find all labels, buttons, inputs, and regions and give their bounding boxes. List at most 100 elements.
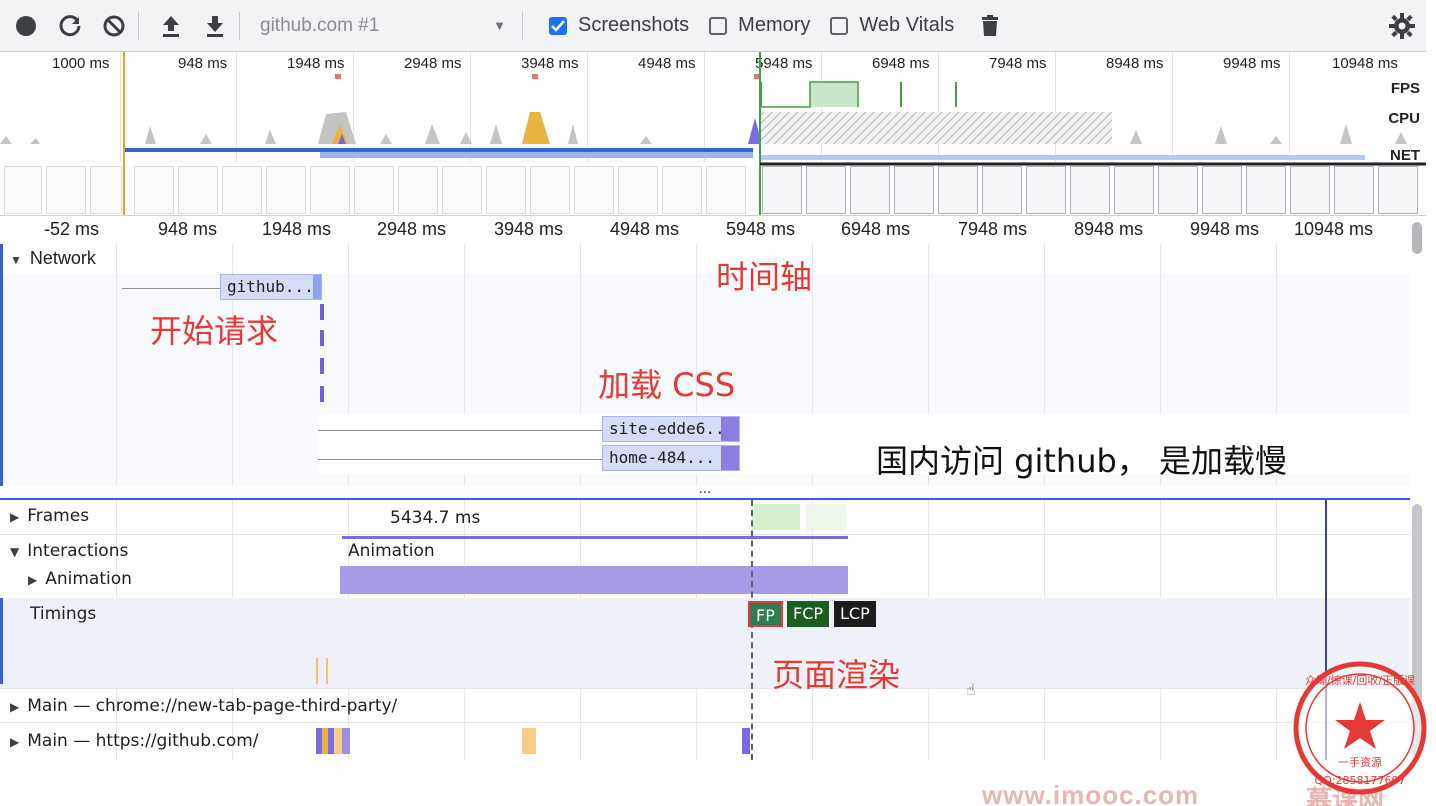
screenshot-thumbnail[interactable] — [442, 166, 482, 214]
network-section-header[interactable]: ▼ Network — [10, 248, 96, 269]
screenshot-thumbnail[interactable] — [4, 166, 42, 214]
annotation-start-request: 开始请求 — [150, 312, 279, 350]
toolbar-divider — [239, 11, 240, 40]
expand-triangle-icon: ▶ — [10, 700, 20, 714]
checkbox-unchecked-icon — [830, 16, 849, 35]
main-thread-row-header[interactable]: ▶ Main — chrome://new-tab-page-third-part… — [10, 696, 397, 716]
animation-bar[interactable] — [340, 566, 848, 594]
flame-chart: ▶ Frames 5434.7 ms ▼ Interactions Animatio… — [0, 500, 1410, 760]
screenshot-thumbnail[interactable] — [706, 166, 746, 214]
screenshots-checkbox[interactable]: Screenshots — [549, 14, 689, 37]
animation-row-header[interactable]: ▶ Animation — [28, 569, 132, 589]
main-thread-task[interactable] — [742, 728, 750, 754]
ruler-tick: 948 ms — [158, 219, 218, 239]
screenshot-thumbnail[interactable] — [1070, 166, 1110, 214]
ruler-tick: 3948 ms — [494, 219, 564, 239]
screenshot-thumbnail[interactable] — [178, 166, 218, 214]
settings-button[interactable] — [1386, 10, 1418, 42]
frames-row-header[interactable]: ▶ Frames — [10, 506, 89, 526]
checkbox-unchecked-icon — [709, 16, 728, 35]
screenshot-thumbnail[interactable] — [618, 166, 658, 214]
request-whisker — [318, 459, 604, 460]
screenshot-thumbnail[interactable] — [222, 166, 262, 214]
screenshot-thumbnail[interactable] — [1026, 166, 1066, 214]
screenshot-thumbnail[interactable] — [850, 166, 890, 214]
reload-button[interactable] — [52, 8, 88, 44]
request-bar[interactable]: home-484... — [602, 445, 740, 471]
screenshot-thumbnail[interactable] — [46, 166, 86, 214]
download-profile-button[interactable] — [197, 8, 233, 44]
screenshot-thumbnail[interactable] — [1378, 166, 1418, 214]
timings-label: Timings — [30, 604, 97, 624]
screenshot-thumbnail[interactable] — [266, 166, 306, 214]
toolbar-divider — [138, 11, 139, 40]
screenshot-thumbnail[interactable] — [1334, 166, 1374, 214]
panel-splitter[interactable]: ... — [0, 483, 1410, 500]
interactions-row-header[interactable]: ▼ Interactions — [10, 541, 128, 561]
screenshot-thumbnail[interactable] — [90, 166, 122, 214]
main-thread-row-header[interactable]: ▶ Main — https://github.com/ — [10, 731, 259, 751]
imooc-watermark: www.imooc.com — [982, 780, 1200, 806]
request-bar[interactable]: github.... — [220, 274, 322, 300]
request-bar[interactable]: site-edde6... — [602, 416, 740, 442]
request-bar-small[interactable] — [320, 330, 324, 346]
hand-cursor-icon: ☝ — [966, 680, 976, 699]
frame-block[interactable] — [806, 504, 846, 530]
screenshot-thumbnail[interactable] — [938, 166, 978, 214]
download-icon — [207, 15, 223, 37]
screenshot-thumbnail[interactable] — [1290, 166, 1330, 214]
animation-label: Animation — [45, 569, 132, 589]
record-button[interactable] — [8, 8, 44, 44]
screenshot-thumbnail[interactable] — [486, 166, 526, 214]
annotation-slow-note: 国内访问 github， 是加载慢 — [876, 442, 1287, 480]
request-whisker — [318, 430, 604, 431]
performance-toolbar: github.com #1 ▼ Screenshots Memory Web V… — [0, 0, 1426, 52]
seal-qq-text: QQ:2858177607 — [1314, 774, 1405, 787]
request-bar-small[interactable] — [320, 358, 324, 374]
screenshot-thumbnail[interactable] — [806, 166, 846, 214]
timeline-ruler: -52 ms 948 ms 1948 ms 2948 ms 3948 ms 49… — [0, 216, 1410, 244]
upload-profile-button[interactable] — [153, 8, 189, 44]
timing-mark-fp[interactable]: FP — [748, 601, 783, 627]
ruler-tick: 1948 ms — [262, 219, 332, 239]
clear-button[interactable] — [96, 8, 132, 44]
screenshots-label: Screenshots — [578, 14, 690, 36]
screenshot-thumbnail[interactable] — [1202, 166, 1242, 214]
target-select[interactable]: github.com #1 ▼ — [246, 11, 516, 41]
screenshot-thumbnail[interactable] — [894, 166, 934, 214]
annotation-render: 页面渲染 — [772, 656, 901, 694]
request-bar-small[interactable] — [320, 304, 324, 320]
row-divider — [0, 534, 1410, 535]
screenshot-thumbnail[interactable] — [574, 166, 614, 214]
memory-checkbox[interactable]: Memory — [709, 14, 810, 37]
screenshot-thumbnail[interactable] — [662, 166, 702, 214]
main-thread-task[interactable] — [522, 728, 536, 754]
screenshot-thumbnail[interactable] — [982, 166, 1022, 214]
screenshot-thumbnail[interactable] — [134, 166, 174, 214]
screenshot-thumbnail[interactable] — [398, 166, 438, 214]
screenshot-thumbnail[interactable] — [1114, 166, 1154, 214]
screenshot-thumbnail[interactable] — [762, 166, 802, 214]
delete-profile-button[interactable] — [972, 8, 1008, 44]
frame-block[interactable] — [752, 504, 800, 530]
expand-triangle-icon: ▶ — [10, 510, 20, 524]
timing-mark-lcp[interactable]: LCP — [834, 601, 876, 627]
target-select-value: github.com #1 — [260, 14, 380, 36]
reload-icon — [59, 14, 81, 36]
network-scrollbar[interactable] — [1412, 222, 1422, 254]
row-divider — [0, 688, 1410, 689]
web-vitals-checkbox[interactable]: Web Vitals — [830, 14, 954, 37]
screenshot-thumbnail[interactable] — [1158, 166, 1198, 214]
gear-icon — [1389, 13, 1415, 39]
timeline-overview[interactable]: 1000 ms 948 ms 1948 ms 2948 ms 3948 ms 4… — [0, 52, 1426, 216]
screenshot-thumbnail[interactable] — [1246, 166, 1286, 214]
screenshot-thumbnail[interactable] — [530, 166, 570, 214]
ruler-tick: 4948 ms — [610, 219, 680, 239]
ruler-tick: 7948 ms — [958, 219, 1028, 239]
ruler-tick: 10948 ms — [1294, 219, 1374, 239]
timing-mark-fcp[interactable]: FCP — [787, 601, 830, 627]
request-bar-small[interactable] — [320, 386, 324, 402]
screenshot-thumbnail[interactable] — [354, 166, 394, 214]
main-thread-task[interactable] — [316, 728, 350, 754]
screenshot-thumbnail[interactable] — [310, 166, 350, 214]
